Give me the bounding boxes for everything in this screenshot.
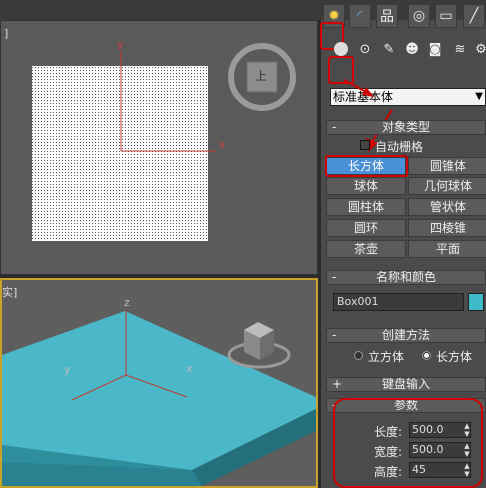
object-button-cylinder[interactable]: 圆柱体: [326, 198, 406, 216]
object-button-cone[interactable]: 圆锥体: [408, 157, 486, 175]
highlight-parameters: [333, 398, 483, 488]
utilities-icon: ╱: [469, 8, 479, 24]
object-name-field[interactable]: Box001: [333, 293, 464, 311]
subtab-systems[interactable]: ⚙: [470, 38, 486, 60]
tab-motion[interactable]: ◎: [408, 4, 430, 28]
subtab-spacewarps[interactable]: ≋: [449, 38, 471, 60]
geometry-icon: [334, 42, 348, 56]
viewport-top-canvas: [32, 43, 296, 241]
object-button-sphere[interactable]: 球体: [326, 177, 406, 195]
rollout-name-color-title: 名称和颜色: [375, 270, 436, 284]
viewcube-top-label[interactable]: 上: [255, 67, 267, 84]
motion-icon: ◎: [412, 8, 426, 24]
rollout-keyboard-entry-header[interactable]: + 键盘输入: [326, 377, 486, 392]
persp-axis-y-label: y: [64, 363, 71, 376]
tab-modify[interactable]: ◜: [349, 4, 371, 28]
radio-cube[interactable]: [354, 351, 363, 360]
rollout-object-type-title: 对象类型: [381, 120, 430, 134]
rollout-creation-method-header[interactable]: - 创建方法: [326, 328, 486, 343]
hierarchy-icon: 品: [380, 9, 394, 25]
lights-icon: ✎: [383, 41, 395, 57]
rollout-keyboard-entry-title: 键盘输入: [381, 377, 430, 391]
axis-y-label: y: [117, 38, 124, 51]
tab-display[interactable]: ▭: [435, 4, 457, 28]
modify-icon: ◜: [357, 8, 363, 24]
radio-box-label: 长方体: [436, 350, 473, 364]
tab-hierarchy[interactable]: 品: [376, 4, 398, 28]
persp-axis-z-label: z: [124, 296, 130, 309]
systems-icon: ⚙: [475, 41, 486, 57]
object-color-swatch[interactable]: [468, 293, 484, 311]
subtab-cameras[interactable]: ☻: [401, 38, 423, 60]
subtab-shapes[interactable]: ⊙: [354, 38, 376, 60]
radio-cube-label: 立方体: [368, 350, 405, 364]
object-button-teapot[interactable]: 茶壶: [326, 240, 406, 258]
cameras-icon: ☻: [405, 41, 419, 57]
radio-box[interactable]: [422, 351, 431, 360]
rollout-creation-method-title: 创建方法: [381, 328, 430, 342]
shapes-icon: ⊙: [359, 41, 371, 57]
display-icon: ▭: [439, 8, 453, 24]
highlight-box-button: [325, 155, 408, 177]
category-dropdown[interactable]: 标准基本体 ▼: [330, 88, 486, 106]
tab-utilities[interactable]: ╱: [463, 4, 485, 28]
autogrid-checkbox[interactable]: [360, 140, 370, 150]
box-top-view[interactable]: [32, 66, 208, 241]
object-button-pyramid[interactable]: 四棱锥: [408, 219, 486, 237]
object-button-plane[interactable]: 平面: [408, 240, 486, 258]
object-button-torus[interactable]: 圆环: [326, 219, 406, 237]
spacewarps-icon: ≋: [454, 41, 466, 57]
highlight-geometry-subtab: [328, 56, 354, 84]
viewport-persp-canvas: [2, 310, 316, 486]
chevron-down-icon: ▼: [475, 91, 483, 102]
axis-x-label: x: [219, 138, 226, 151]
persp-axis-x-label: x: [186, 362, 193, 375]
object-button-geosphere[interactable]: 几何球体: [408, 177, 486, 195]
subtab-lights[interactable]: ✎: [378, 38, 400, 60]
viewport-perspective[interactable]: 实] z y x: [0, 278, 318, 488]
rollout-name-color-header[interactable]: - 名称和颜色: [326, 270, 486, 285]
object-button-tube[interactable]: 管状体: [408, 198, 486, 216]
viewport-top[interactable]: ] y x 上: [0, 20, 318, 275]
helpers-icon: ◙: [428, 41, 442, 57]
rollout-object-type-header[interactable]: - 对象类型: [326, 120, 486, 135]
category-dropdown-value: 标准基本体: [333, 90, 394, 104]
autogrid-label: 自动栅格: [375, 140, 424, 154]
subtab-helpers[interactable]: ◙: [424, 38, 446, 60]
